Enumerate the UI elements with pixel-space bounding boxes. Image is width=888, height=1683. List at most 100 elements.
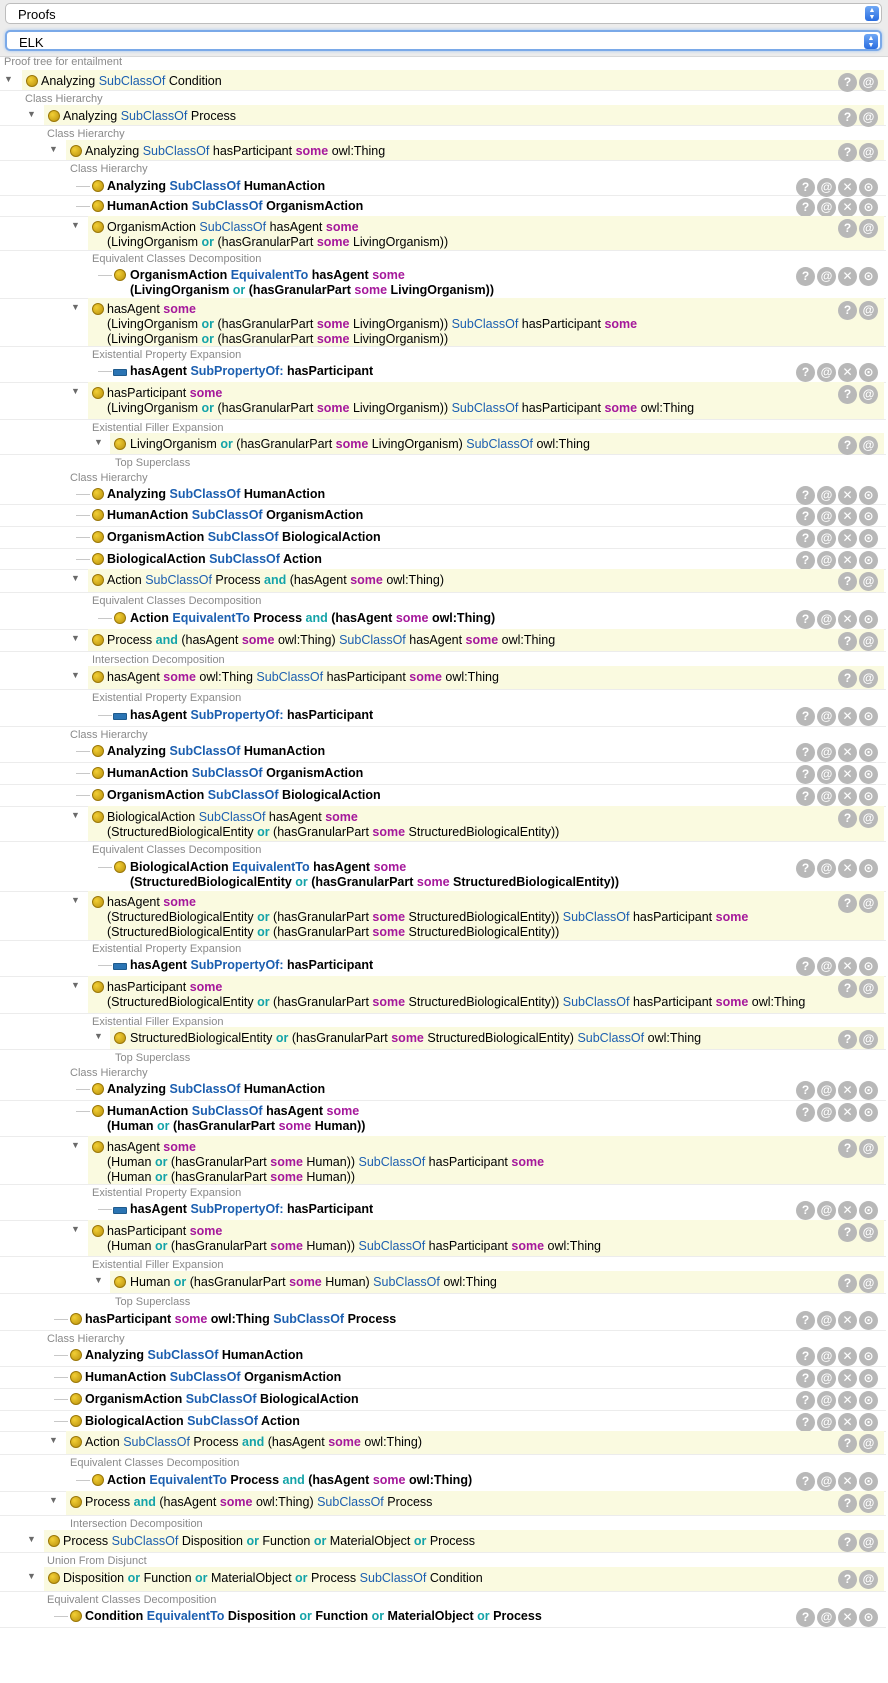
explain-button[interactable]: ?	[796, 1081, 815, 1100]
expand-toggle-icon[interactable]: ▼	[70, 221, 81, 230]
add-button[interactable]: ⊙	[859, 267, 878, 286]
axiom-row[interactable]: HumanAction SubClassOf OrganismAction? @ ✕…	[0, 762, 886, 785]
expand-toggle-icon[interactable]: ▼	[70, 981, 81, 990]
expand-toggle-icon[interactable]: ▼	[26, 110, 37, 119]
reference-button[interactable]: @	[817, 1413, 836, 1432]
reference-button[interactable]: @	[859, 219, 878, 238]
axiom-row[interactable]: ▼ LivingOrganism or (hasGranularPart some…	[0, 433, 886, 455]
axiom-row[interactable]: ▼ Analyzing SubClassOf Process? @	[0, 105, 886, 127]
explain-button[interactable]: ?	[838, 1223, 857, 1242]
axiom-row[interactable]: ▼ StructuredBiologicalEntity or (hasGranu…	[0, 1027, 886, 1050]
add-button[interactable]: ⊙	[859, 1311, 878, 1330]
reference-button[interactable]: @	[817, 363, 836, 382]
explain-button[interactable]: ?	[796, 743, 815, 762]
reference-button[interactable]: @	[859, 1274, 878, 1293]
explain-button[interactable]: ?	[838, 1570, 857, 1589]
axiom-row[interactable]: ▼ hasAgent some owl:Thing SubClassOf hasP…	[0, 666, 886, 690]
reference-button[interactable]: @	[859, 669, 878, 688]
reference-button[interactable]: @	[817, 1347, 836, 1366]
add-button[interactable]: ⊙	[859, 787, 878, 806]
axiom-row[interactable]: HumanAction SubClassOf OrganismAction? @ ✕…	[0, 1366, 886, 1389]
reference-button[interactable]: @	[817, 1369, 836, 1388]
explain-button[interactable]: ?	[796, 363, 815, 382]
axiom-row[interactable]: Analyzing SubClassOf HumanAction? @ ✕ ⊙	[0, 175, 886, 197]
axiom-row[interactable]: ▼ Process and (hasAgent some owl:Thing) S…	[0, 1491, 886, 1516]
explain-button[interactable]: ?	[796, 787, 815, 806]
expand-toggle-icon[interactable]: ▼	[70, 1225, 81, 1234]
axiom-row[interactable]: ▼ Process and (hasAgent some owl:Thing) S…	[0, 629, 886, 652]
explain-button[interactable]: ?	[796, 507, 815, 526]
explain-button[interactable]: ?	[796, 707, 815, 726]
explain-button[interactable]: ?	[796, 1472, 815, 1491]
add-button[interactable]: ⊙	[859, 859, 878, 878]
reference-button[interactable]: @	[859, 1139, 878, 1158]
explain-button[interactable]: ?	[838, 632, 857, 651]
explain-button[interactable]: ?	[796, 486, 815, 505]
explain-button[interactable]: ?	[796, 1347, 815, 1366]
remove-button[interactable]: ✕	[838, 957, 857, 976]
reference-button[interactable]: @	[817, 1311, 836, 1330]
remove-button[interactable]: ✕	[838, 198, 857, 217]
add-button[interactable]: ⊙	[859, 1413, 878, 1432]
add-button[interactable]: ⊙	[859, 1347, 878, 1366]
axiom-row[interactable]: hasParticipant some owl:Thing SubClassOf…	[0, 1308, 886, 1331]
axiom-row[interactable]: hasAgent SubPropertyOf: hasParticipant? @…	[0, 954, 886, 977]
explain-button[interactable]: ?	[838, 1030, 857, 1049]
reference-button[interactable]: @	[859, 1223, 878, 1242]
axiom-row[interactable]: ▼ Action SubClassOf Process and (hasAgent…	[0, 569, 886, 593]
explain-button[interactable]: ?	[796, 1369, 815, 1388]
explain-button[interactable]: ?	[796, 198, 815, 217]
remove-button[interactable]: ✕	[838, 1608, 857, 1627]
reference-button[interactable]: @	[817, 1103, 836, 1122]
axiom-row[interactable]: ▼ Process SubClassOf Disposition or Funct…	[0, 1530, 886, 1553]
explain-button[interactable]: ?	[796, 1201, 815, 1220]
expand-toggle-icon[interactable]: ▼	[70, 896, 81, 905]
explain-button[interactable]: ?	[796, 957, 815, 976]
remove-button[interactable]: ✕	[838, 363, 857, 382]
explain-button[interactable]: ?	[838, 1274, 857, 1293]
add-button[interactable]: ⊙	[859, 765, 878, 784]
reference-button[interactable]: @	[817, 267, 836, 286]
reference-button[interactable]: @	[817, 1472, 836, 1491]
expand-toggle-icon[interactable]: ▼	[48, 1496, 59, 1505]
add-button[interactable]: ⊙	[859, 551, 878, 570]
expand-toggle-icon[interactable]: ▼	[3, 75, 14, 84]
reference-button[interactable]: @	[817, 957, 836, 976]
add-button[interactable]: ⊙	[859, 198, 878, 217]
explain-button[interactable]: ?	[838, 1434, 857, 1453]
reference-button[interactable]: @	[817, 707, 836, 726]
add-button[interactable]: ⊙	[859, 486, 878, 505]
explain-button[interactable]: ?	[796, 1413, 815, 1432]
remove-button[interactable]: ✕	[838, 551, 857, 570]
axiom-row[interactable]: Analyzing SubClassOf HumanAction? @ ✕ ⊙	[0, 1344, 886, 1367]
add-button[interactable]: ⊙	[859, 707, 878, 726]
explain-button[interactable]: ?	[838, 809, 857, 828]
axiom-row[interactable]: ▼ hasAgent some (LivingOrganism or (hasGra…	[0, 298, 886, 347]
axiom-row[interactable]: OrganismAction SubClassOf BiologicalActi…	[0, 1388, 886, 1411]
expand-toggle-icon[interactable]: ▼	[26, 1572, 37, 1581]
explain-button[interactable]: ?	[838, 1494, 857, 1513]
axiom-row[interactable]: Condition EquivalentTo Disposition or Fu…	[0, 1605, 886, 1628]
remove-button[interactable]: ✕	[838, 859, 857, 878]
expand-toggle-icon[interactable]: ▼	[70, 634, 81, 643]
expand-toggle-icon[interactable]: ▼	[70, 574, 81, 583]
add-button[interactable]: ⊙	[859, 1608, 878, 1627]
axiom-row[interactable]: OrganismAction SubClassOf BiologicalActi…	[0, 784, 886, 807]
axiom-row[interactable]: HumanAction SubClassOf OrganismAction? @ ✕…	[0, 504, 886, 527]
add-button[interactable]: ⊙	[859, 610, 878, 629]
axiom-row[interactable]: ▼ hasParticipant some (StructuredBiologica…	[0, 976, 886, 1014]
explain-button[interactable]: ?	[796, 1391, 815, 1410]
axiom-row[interactable]: HumanAction SubClassOf OrganismAction? @ ✕…	[0, 195, 886, 217]
add-button[interactable]: ⊙	[859, 1391, 878, 1410]
remove-button[interactable]: ✕	[838, 1103, 857, 1122]
reference-button[interactable]: @	[817, 529, 836, 548]
add-button[interactable]: ⊙	[859, 1081, 878, 1100]
view-selector[interactable]: Proofs ▲ ▼	[5, 3, 882, 24]
axiom-row[interactable]: ▼ BiologicalAction SubClassOf hasAgent so…	[0, 806, 886, 842]
axiom-row[interactable]: Analyzing SubClassOf HumanAction? @ ✕ ⊙	[0, 483, 886, 505]
reference-button[interactable]: @	[859, 809, 878, 828]
axiom-row[interactable]: ▼ Disposition or Function or MaterialObje…	[0, 1567, 886, 1592]
proof-tree[interactable]: Proof tree for entailment ▼ Analyzing Sub…	[0, 56, 888, 1683]
axiom-row[interactable]: hasAgent SubPropertyOf: hasParticipant? @…	[0, 704, 886, 727]
axiom-row[interactable]: hasAgent SubPropertyOf: hasParticipant? @…	[0, 360, 886, 383]
